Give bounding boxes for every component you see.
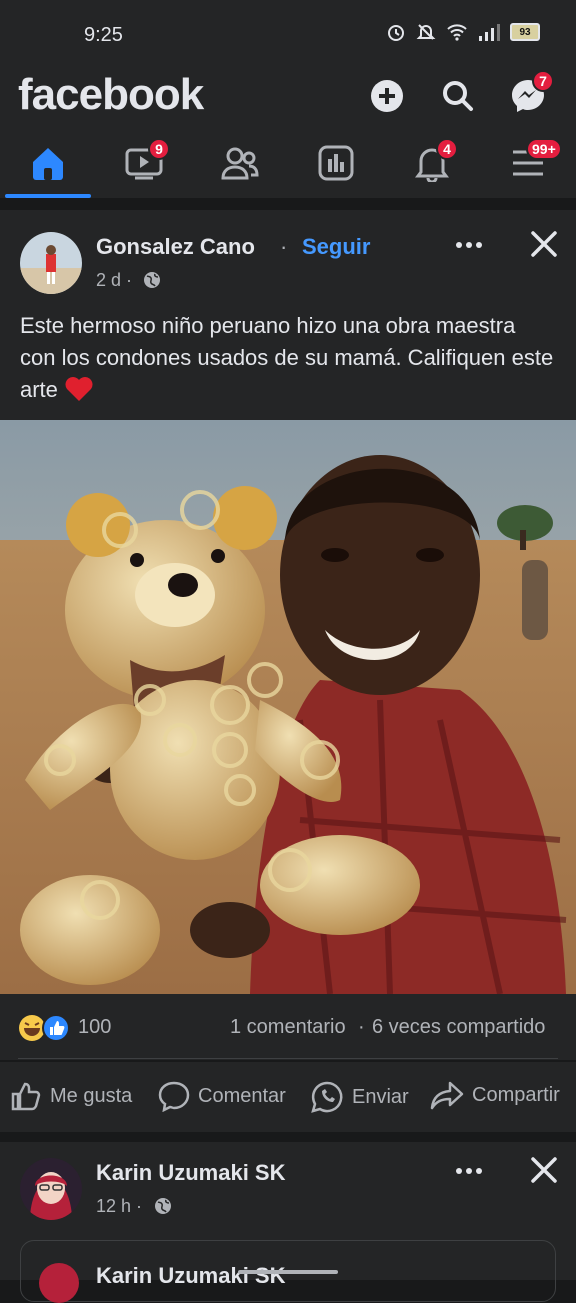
thumbs-up-icon [11,1082,41,1111]
more-icon [456,1168,482,1174]
post-text: Este hermoso niño peruano hizo una obra … [20,310,556,406]
like-button[interactable]: Me gusta [10,1080,132,1112]
alarm-icon [388,25,404,41]
post-options-button[interactable] [452,228,486,262]
notifications-badge: 4 [436,138,458,160]
post-time-2: 12 h · [96,1196,143,1216]
like-label: Me gusta [50,1084,133,1107]
home-icon [33,148,63,180]
follow-button[interactable]: Seguir [302,234,370,260]
whatsapp-icon [311,1081,343,1113]
share-icon [430,1081,464,1110]
send-button[interactable]: Enviar [310,1080,409,1114]
avatar-image-2 [20,1158,82,1220]
app-header: facebook 7 [0,66,576,130]
create-button[interactable] [365,74,409,118]
status-icons: 93 [386,22,540,42]
public-globe-icon [155,1198,171,1214]
photo-image [0,420,576,995]
share-count[interactable]: 6 veces compartido [372,1016,545,1039]
author-avatar[interactable] [20,232,82,294]
status-bar: 9:25 93 [0,0,576,66]
red-heart-icon [65,377,93,401]
messenger-badge: 7 [532,70,554,92]
tab-home[interactable] [0,130,96,196]
search-icon [443,81,473,111]
comment-icon [158,1081,190,1112]
post-stats: 100 1 comentario · 6 veces compartido [0,996,576,1060]
gesture-bar [238,1270,338,1274]
tab-notifications[interactable]: 4 [384,130,480,196]
tab-watch[interactable]: 9 [96,130,192,196]
status-time: 9:25 [84,24,123,46]
post-card-2: Karin Uzumaki SK 12 h · Karin Uzumaki SK [0,1142,576,1303]
feeds-icon [318,145,354,181]
tab-friends[interactable] [192,130,288,196]
post-text-content: Este hermoso niño peruano hizo una obra … [20,313,554,402]
author-avatar-2[interactable] [20,1158,82,1220]
author-name[interactable]: Gonsalez Cano [96,234,255,260]
tab-feeds[interactable] [288,130,384,196]
comment-button[interactable]: Comentar [158,1080,286,1112]
mute-icon [416,24,436,40]
close-icon [531,231,557,257]
comment-count[interactable]: 1 comentario [230,1016,346,1039]
public-globe-icon [144,272,160,288]
comment-label: Comentar [198,1084,286,1107]
follow-separator: · [280,234,288,259]
close-icon [531,1157,557,1183]
shared-author-name: Karin Uzumaki SK [96,1263,286,1288]
shared-avatar [39,1263,79,1303]
search-button[interactable] [436,74,480,118]
tab-menu[interactable]: 99+ [480,130,576,196]
avatar-image [20,232,82,294]
share-label: Compartir [472,1083,560,1106]
divider [18,1058,558,1059]
hide-post-button[interactable] [526,226,562,262]
post-time: 2 d · [96,270,133,290]
active-tab-indicator [5,194,91,198]
plus-icon [371,80,403,112]
battery-icon: 93 [510,23,540,41]
reaction-count[interactable]: 100 [78,1016,111,1039]
nav-tabs: 9 4 99+ [0,130,576,198]
like-reaction-icon [42,1014,70,1042]
friends-icon [221,147,259,180]
signal-icon [479,24,500,41]
post-options-button-2[interactable] [452,1154,486,1188]
menu-badge: 99+ [526,138,562,160]
author-name-2[interactable]: Karin Uzumaki SK [96,1160,286,1186]
stats-separator: · [358,1016,365,1038]
wifi-icon [447,24,467,41]
post-photo[interactable] [0,420,576,995]
hide-post-button-2[interactable] [526,1152,562,1188]
post-actions: Me gusta Comentar Enviar Compartir [0,1062,576,1132]
watch-badge: 9 [148,138,170,160]
share-button[interactable]: Compartir [430,1080,560,1110]
more-icon [456,242,482,248]
messenger-button[interactable]: 7 [506,70,554,118]
send-label: Enviar [352,1085,409,1108]
facebook-logo: facebook [18,70,204,119]
